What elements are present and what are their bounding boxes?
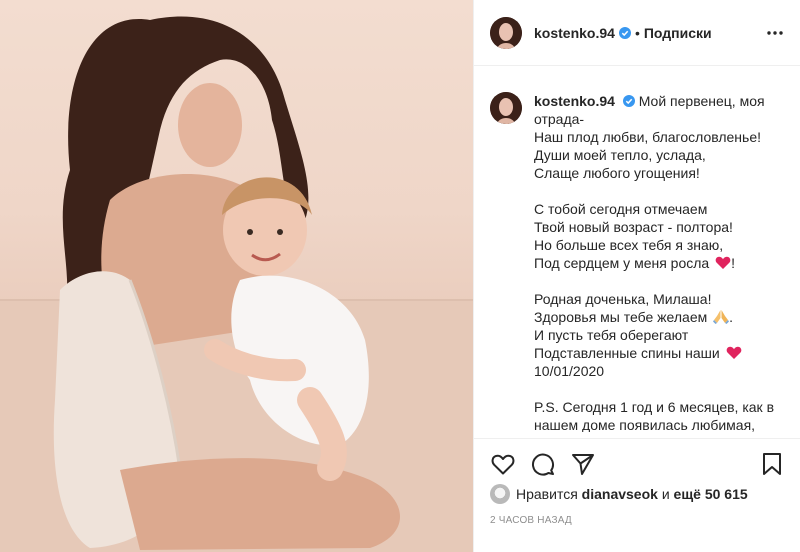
post-action-bar	[474, 438, 800, 490]
caption-line: нашем доме появилась любимая,	[534, 417, 756, 432]
caption-line: Здоровья мы тебе желаем .	[534, 308, 790, 326]
caption-line: Под сердцем у меня росла !	[534, 254, 790, 272]
comment-bubble-icon[interactable]	[530, 451, 556, 477]
caption-line: 10/01/2020	[534, 363, 605, 379]
caption-line-text: Мой первенец, моя	[638, 93, 765, 109]
separator-dot: •	[634, 24, 640, 41]
post-timestamp[interactable]: 2 часов назад	[490, 515, 572, 526]
heart-outline-icon[interactable]	[490, 451, 516, 477]
mother-and-daughter-photo	[0, 16, 473, 552]
liker-username[interactable]: dianavseok	[582, 486, 658, 502]
caption-line: Подставленные спины наши	[534, 344, 790, 362]
caption-line-text: Подставленные спины наши	[534, 345, 720, 361]
red-heart-emoji-icon	[726, 346, 741, 359]
likes-count[interactable]: ещё 50 615	[674, 486, 748, 502]
caption-line-text: Под сердцем у меня росла	[534, 255, 710, 271]
likes-prefix: Нравится	[516, 486, 578, 502]
author-avatar-image	[490, 16, 522, 49]
likes-and: и	[661, 486, 670, 502]
verified-badge-icon	[618, 26, 631, 39]
caption-line: отрада-	[534, 111, 585, 127]
caption-text: kostenko.94 Мой первенец, моя отрада- На…	[534, 92, 790, 432]
post-photo[interactable]	[0, 0, 473, 552]
following-button[interactable]: Подписки	[644, 25, 712, 41]
caption-line-text: !	[731, 255, 735, 271]
caption-line: kostenko.94 Мой первенец, моя	[534, 92, 790, 110]
caption-line: Наш плод любви, благословленье!	[534, 129, 762, 145]
post-header: kostenko.94 • Подписки	[474, 0, 800, 66]
caption-line: Но больше всех тебя я знаю,	[534, 237, 724, 253]
author-username[interactable]: kostenko.94	[534, 25, 615, 41]
caption-line: С тобой сегодня отмечаем	[534, 201, 708, 217]
caption-line: Твой новый возраст - полтора!	[534, 219, 733, 235]
likes-summary: Нравится dianavseok и ещё 50 615	[490, 484, 748, 504]
caption-line-text: .	[729, 309, 734, 325]
caption-avatar-image	[490, 92, 522, 124]
caption-line-text: Здоровья мы тебе желаем	[534, 309, 708, 325]
caption-username[interactable]: kostenko.94	[534, 93, 615, 109]
verified-badge-icon	[622, 95, 635, 107]
caption-author-avatar[interactable]	[490, 92, 522, 124]
paper-plane-icon[interactable]	[570, 451, 596, 477]
caption-line: И пусть тебя оберегают	[534, 327, 689, 343]
post-side-panel: kostenko.94 • Подписки kostenko.94 Мой п…	[473, 0, 800, 552]
folded-hands-emoji-icon	[713, 310, 730, 324]
caption-line: Души моей тепло, услада,	[534, 147, 706, 163]
author-avatar[interactable]	[490, 16, 522, 49]
caption-line: P.S. Сегодня 1 год и 6 месяцев, как в	[534, 399, 775, 415]
red-heart-emoji-icon	[715, 256, 731, 269]
liker-avatar[interactable]	[490, 484, 510, 504]
bookmark-icon[interactable]	[759, 451, 785, 477]
post-caption: kostenko.94 Мой первенец, моя отрада- На…	[490, 92, 790, 432]
more-options-icon[interactable]	[765, 24, 785, 42]
caption-line: Родная доченька, Милаша!	[534, 291, 712, 307]
instagram-post: kostenko.94 • Подписки kostenko.94 Мой п…	[0, 0, 800, 552]
caption-line: Слаще любого угощения!	[534, 165, 700, 181]
